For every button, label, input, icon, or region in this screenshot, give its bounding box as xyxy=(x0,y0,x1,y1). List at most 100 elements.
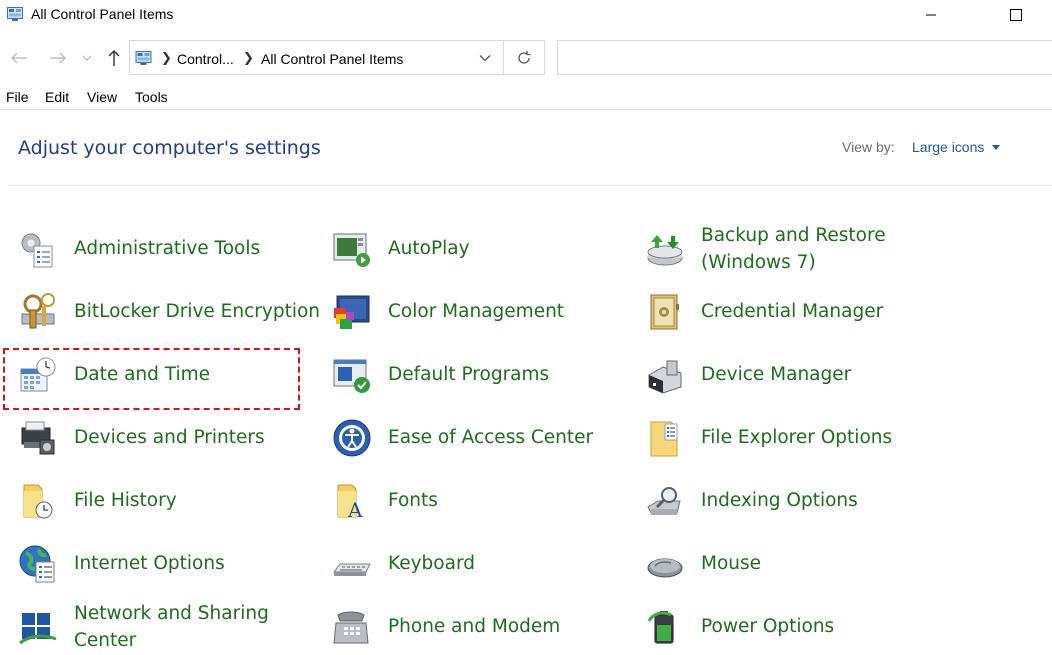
backup-restore-icon xyxy=(647,235,683,266)
control-panel-item[interactable]: Network and Sharing Center xyxy=(18,600,318,654)
control-panel-item[interactable]: Ease of Access Center xyxy=(332,411,632,465)
chevron-down-icon xyxy=(479,55,491,62)
autoplay-icon xyxy=(333,233,370,267)
back-button[interactable] xyxy=(7,46,31,70)
network-sharing-icon xyxy=(19,613,57,645)
internet-options-icon xyxy=(19,545,55,583)
item-label[interactable]: BitLocker Drive Encryption xyxy=(74,298,320,326)
keyboard-icon xyxy=(333,563,371,576)
item-label[interactable]: Default Programs xyxy=(388,361,549,389)
item-label-line2[interactable]: (Windows 7) xyxy=(701,249,816,277)
devices-printers-icon xyxy=(21,421,55,455)
item-label[interactable]: Mouse xyxy=(701,550,761,578)
file-history-icon xyxy=(23,484,53,519)
title-bar: All Control Panel Items xyxy=(0,0,1052,30)
control-panel-item[interactable]: File Explorer Options xyxy=(645,411,965,465)
item-label[interactable]: Ease of Access Center xyxy=(388,424,593,452)
item-label[interactable]: Indexing Options xyxy=(701,487,858,515)
fonts-icon: A xyxy=(337,484,363,521)
address-dropdown-button[interactable] xyxy=(475,49,495,67)
menu-divider xyxy=(0,109,1052,110)
control-panel-item[interactable]: File History xyxy=(18,474,318,528)
up-arrow-icon xyxy=(108,50,120,66)
indexing-options-icon xyxy=(647,487,681,515)
phone-modem-icon xyxy=(333,611,369,644)
item-label[interactable]: File Explorer Options xyxy=(701,424,892,452)
menu-edit[interactable]: Edit xyxy=(45,87,69,105)
item-label[interactable]: Backup and Restore xyxy=(701,222,886,250)
control-panel-item[interactable]: Phone and Modem xyxy=(332,600,632,654)
highlight-box xyxy=(3,348,300,410)
address-bar[interactable]: ❯ Control... ❯ All Control Panel Items xyxy=(129,40,503,75)
control-panel-icon xyxy=(135,51,152,65)
page-title: Adjust your computer's settings xyxy=(18,137,321,159)
device-manager-icon xyxy=(648,360,682,394)
control-panel-icon xyxy=(7,7,23,21)
item-label[interactable]: Internet Options xyxy=(74,550,225,578)
maximize-button[interactable] xyxy=(993,0,1039,30)
item-label[interactable]: Color Management xyxy=(388,298,564,326)
maximize-icon xyxy=(1010,9,1022,21)
refresh-button[interactable] xyxy=(503,40,545,75)
header-divider xyxy=(8,185,1052,186)
forward-button[interactable] xyxy=(46,46,70,70)
item-label[interactable]: Phone and Modem xyxy=(388,613,560,641)
forward-arrow-icon xyxy=(50,52,66,64)
recent-locations-button[interactable] xyxy=(78,46,96,70)
back-arrow-icon xyxy=(11,52,27,64)
control-panel-item[interactable]: A Fonts xyxy=(332,474,632,528)
item-label[interactable]: Fonts xyxy=(388,487,438,515)
item-label[interactable]: Device Manager xyxy=(701,361,851,389)
up-button[interactable] xyxy=(102,46,126,70)
control-panel-item[interactable]: BitLocker Drive Encryption xyxy=(18,285,320,339)
menu-tools[interactable]: Tools xyxy=(135,87,168,105)
refresh-icon xyxy=(518,50,531,64)
window-title: All Control Panel Items xyxy=(31,6,174,22)
control-panel-item[interactable]: Default Programs xyxy=(332,348,632,402)
control-panel-item[interactable]: AutoPlay xyxy=(332,222,632,276)
control-panel-item[interactable]: Internet Options xyxy=(18,537,318,591)
control-panel-item[interactable]: Power Options xyxy=(645,600,965,654)
control-panel-item[interactable]: Keyboard xyxy=(332,537,632,591)
control-panel-item[interactable]: Backup and Restore (Windows 7) xyxy=(645,222,965,276)
control-panel-item[interactable]: Device Manager xyxy=(645,348,965,402)
breadcrumb-control-panel[interactable]: Control... xyxy=(177,51,234,67)
item-label[interactable]: Keyboard xyxy=(388,550,475,578)
control-panel-item[interactable]: Administrative Tools xyxy=(18,222,318,276)
control-panel-item[interactable]: Credential Manager xyxy=(645,285,965,339)
chevron-down-icon xyxy=(82,55,92,61)
caret-down-icon[interactable] xyxy=(992,145,1000,150)
item-label[interactable]: File History xyxy=(74,487,177,515)
control-panel-item[interactable]: Devices and Printers xyxy=(18,411,318,465)
view-by-label: View by: xyxy=(842,139,895,155)
item-label-line2[interactable]: Center xyxy=(74,627,136,655)
breadcrumb-separator-icon[interactable]: ❯ xyxy=(243,50,254,66)
default-programs-icon xyxy=(333,359,370,393)
view-by-dropdown[interactable]: Large icons xyxy=(912,139,984,155)
bitlocker-icon xyxy=(21,293,55,329)
item-label[interactable]: Devices and Printers xyxy=(74,424,265,452)
breadcrumb-all-items[interactable]: All Control Panel Items xyxy=(261,51,403,67)
minimize-icon xyxy=(926,14,936,16)
minimize-button[interactable] xyxy=(908,0,954,30)
control-panel-item[interactable]: Color Management xyxy=(332,285,632,339)
file-explorer-options-icon xyxy=(650,421,678,457)
power-options-icon xyxy=(647,611,674,644)
color-management-icon xyxy=(334,295,370,329)
menu-view[interactable]: View xyxy=(87,87,117,105)
menu-file[interactable]: File xyxy=(6,87,29,105)
mouse-icon xyxy=(647,558,683,578)
administrative-tools-icon xyxy=(21,233,53,268)
item-label[interactable]: Network and Sharing xyxy=(74,600,269,628)
item-label[interactable]: Administrative Tools xyxy=(74,235,260,263)
credential-manager-icon xyxy=(650,294,679,330)
item-label[interactable]: Credential Manager xyxy=(701,298,883,326)
item-label[interactable]: Power Options xyxy=(701,613,834,641)
search-input[interactable] xyxy=(557,40,1052,75)
item-label[interactable]: AutoPlay xyxy=(388,235,470,263)
control-panel-item[interactable]: Mouse xyxy=(645,537,965,591)
control-panel-item[interactable]: Indexing Options xyxy=(645,474,965,528)
svg-text:A: A xyxy=(347,498,363,521)
breadcrumb-separator-icon[interactable]: ❯ xyxy=(161,50,172,66)
ease-of-access-icon xyxy=(333,419,371,457)
